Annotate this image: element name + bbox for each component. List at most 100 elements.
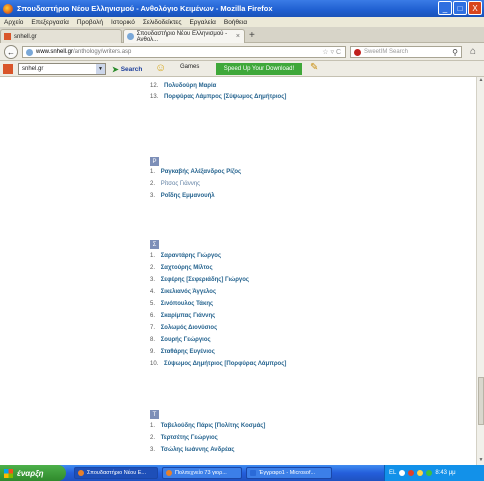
windows-taskbar: έναρξη Σπουδαστήριο Νέου Ε... Πολιτεχνεί… [0, 465, 484, 481]
section-letter-badge[interactable]: Ρ [150, 157, 159, 166]
site-identity-icon[interactable] [26, 48, 33, 56]
list-item[interactable]: 1. Ταβελούδης Πάρις [Πολίτης Κοσμάς] [150, 423, 265, 429]
list-item[interactable]: 7. Σολωμός Διονύσιος [150, 325, 217, 331]
maximize-button[interactable]: □ [453, 1, 467, 15]
menu-edit[interactable]: Επεξεργασία [31, 19, 68, 26]
writer-link[interactable]: Ταβελούδης Πάρις [Πολίτης Κοσμάς] [161, 423, 266, 429]
sweetim-icon[interactable] [354, 48, 361, 56]
toolbar-search-button[interactable]: ➤ Search [108, 63, 146, 75]
window-title: Σπουδαστήριο Νέου Ελληνισμού - Ανθολόγιο… [17, 4, 273, 13]
scrollbar-thumb[interactable] [478, 377, 484, 425]
list-item[interactable]: 5. Σινόπουλος Τάκης [150, 301, 213, 307]
new-tab-button[interactable]: + [249, 30, 255, 41]
section-letter-badge[interactable]: Σ [150, 240, 159, 249]
search-placeholder: SweetIM Search [364, 49, 409, 55]
list-item[interactable]: 1. Σαραντάρης Γιώργος [150, 253, 221, 259]
menu-bookmarks[interactable]: Σελιδοδείκτες [143, 19, 182, 26]
window-title-bar[interactable]: Σπουδαστήριο Νέου Ελληνισμού - Ανθολόγιο… [0, 0, 484, 17]
writer-link[interactable]: Ρίτσος Γιάννης [161, 181, 200, 187]
page-content: 12. Πολυδούρη Μαρία 13. Πορφύρας Λάμπρος… [0, 77, 476, 465]
list-item[interactable]: 6. Σκαρίμπας Γιάννης [150, 313, 215, 319]
list-item[interactable]: 12. Πολυδούρη Μαρία [150, 83, 216, 89]
smiley-icon[interactable]: ☺ [155, 62, 166, 74]
toolbar-select-value: snhel.gr [22, 66, 44, 72]
list-item[interactable]: 13. Πορφύρας Λάμπρος [Σύψωμος Δημήτριος] [150, 94, 286, 100]
writer-link[interactable]: Ροΐδης Εμμανουήλ [161, 193, 215, 199]
writer-link[interactable]: Σινόπουλος Τάκης [161, 301, 213, 307]
writer-link[interactable]: Σουρής Γεώργιος [161, 337, 211, 343]
writer-link[interactable]: Σύψωμος Δημήτριος [Πορφύρας Λάμπρος] [164, 361, 286, 367]
tab-anthology[interactable]: Σπουδαστήριο Νέου Ελληνισμού - Ανθολ... … [123, 29, 245, 43]
home-button[interactable]: ⌂ [470, 46, 476, 57]
menu-view[interactable]: Προβολή [77, 19, 103, 26]
back-button[interactable]: ← [4, 45, 18, 59]
writer-link[interactable]: Τσώλης Ιωάννης Ανδρέας [161, 447, 235, 453]
close-button[interactable]: X [468, 1, 482, 15]
antivirus-icon[interactable] [426, 470, 433, 476]
scroll-up-icon[interactable]: ▲ [477, 77, 484, 85]
list-item[interactable]: 4. Σικελιανός Άγγελος [150, 289, 216, 295]
firefox-icon [78, 470, 84, 476]
writer-link[interactable]: Σκαρίμπας Γιάννης [161, 313, 216, 319]
tab-snhell[interactable]: snhell.gr [0, 29, 122, 43]
word-icon [250, 470, 256, 476]
navigation-bar: ← www.snhell.gr /anthology/writers.asp ☆… [0, 43, 484, 61]
url-path: /anthology/writers.asp [73, 49, 132, 55]
start-button[interactable]: έναρξη [0, 465, 66, 481]
search-input[interactable]: SweetIM Search ⚲ [350, 46, 462, 58]
clock: 8:43 μμ [435, 470, 456, 476]
writer-link[interactable]: Πορφύρας Λάμπρος [Σύψωμος Δημήτριος] [164, 94, 286, 100]
language-indicator[interactable]: EL [389, 470, 396, 476]
toolbar-logo-icon[interactable] [3, 64, 13, 74]
writer-link[interactable]: Πολυδούρη Μαρία [164, 83, 216, 89]
taskbar-item-word[interactable]: Έγγραφο1 - Microsof... [246, 467, 332, 479]
list-item[interactable]: 3. Τσώλης Ιωάννης Ανδρέας [150, 447, 235, 453]
minimize-button[interactable]: _ [438, 1, 452, 15]
scroll-down-icon[interactable]: ▼ [477, 457, 484, 465]
highlighter-icon[interactable]: ✎ [310, 62, 318, 73]
speed-up-download-button[interactable]: Speed Up Your Download! [216, 63, 302, 75]
list-item[interactable]: 3. Σεφέρης [Σεφεριάδης] Γιώργος [150, 277, 249, 283]
list-item[interactable]: 9. Σταθάρης Ευγένιος [150, 349, 215, 355]
list-item[interactable]: 10. Σύψωμος Δημήτριος [Πορφύρας Λάμπρος] [150, 361, 286, 367]
search-icon[interactable]: ⚲ [452, 48, 458, 57]
security-icon[interactable] [408, 470, 415, 476]
firefox-icon [3, 3, 13, 14]
taskbar-item-firefox[interactable]: Σπουδαστήριο Νέου Ε... [74, 467, 158, 479]
list-item[interactable]: 2. Σαχτούρης Μίλτος [150, 265, 213, 271]
tab-close-icon[interactable]: × [236, 33, 240, 40]
writer-link[interactable]: Σεφέρης [Σεφεριάδης] Γιώργος [161, 277, 249, 283]
snhell-favicon-icon [4, 33, 11, 40]
system-tray: EL 8:43 μμ [384, 465, 484, 481]
network-icon[interactable] [399, 470, 406, 476]
bookmark-reload-icons[interactable]: ☆ ▿ C [322, 48, 341, 56]
list-item[interactable]: 3. Ροΐδης Εμμανουήλ [150, 193, 215, 199]
writer-link[interactable]: Ραγκαβής Αλέξανδρος Ρίζος [161, 169, 241, 175]
menu-bar: Αρχείο Επεξεργασία Προβολή Ιστορικό Σελι… [0, 17, 484, 27]
menu-help[interactable]: Βοήθεια [224, 19, 247, 26]
writer-link[interactable]: Σολωμός Διονύσιος [161, 325, 218, 331]
menu-history[interactable]: Ιστορικό [111, 19, 135, 26]
list-item[interactable]: 2. Ρίτσος Γιάννης [150, 181, 200, 187]
section-letter-badge[interactable]: Τ [150, 410, 159, 419]
start-label: έναρξη [17, 468, 44, 478]
volume-icon[interactable] [417, 470, 424, 476]
writer-link[interactable]: Σταθάρης Ευγένιος [161, 349, 215, 355]
vertical-scrollbar[interactable]: ▲ ▼ [476, 77, 484, 465]
tab-label: snhell.gr [14, 33, 37, 40]
writer-link[interactable]: Σαχτούρης Μίλτος [161, 265, 213, 271]
list-item[interactable]: 2. Τερτσέτης Γεώργιος [150, 435, 218, 441]
url-host: www.snhell.gr [36, 49, 74, 55]
taskbar-item-polytechnic[interactable]: Πολιτεχνείο 73 γιορ... [162, 467, 242, 479]
chevron-down-icon[interactable]: ▼ [96, 64, 105, 74]
writer-link[interactable]: Σαραντάρης Γιώργος [161, 253, 221, 259]
games-button[interactable]: Games [180, 64, 199, 70]
toolbar-site-select[interactable]: snhel.gr ▼ [18, 63, 106, 75]
writer-link[interactable]: Τερτσέτης Γεώργιος [161, 435, 218, 441]
menu-file[interactable]: Αρχείο [4, 19, 23, 26]
writer-link[interactable]: Σικελιανός Άγγελος [161, 289, 216, 295]
list-item[interactable]: 1. Ραγκαβής Αλέξανδρος Ρίζος [150, 169, 241, 175]
list-item[interactable]: 8. Σουρής Γεώργιος [150, 337, 211, 343]
menu-tools[interactable]: Εργαλεία [189, 19, 215, 26]
url-bar[interactable]: www.snhell.gr /anthology/writers.asp ☆ ▿… [22, 46, 346, 58]
